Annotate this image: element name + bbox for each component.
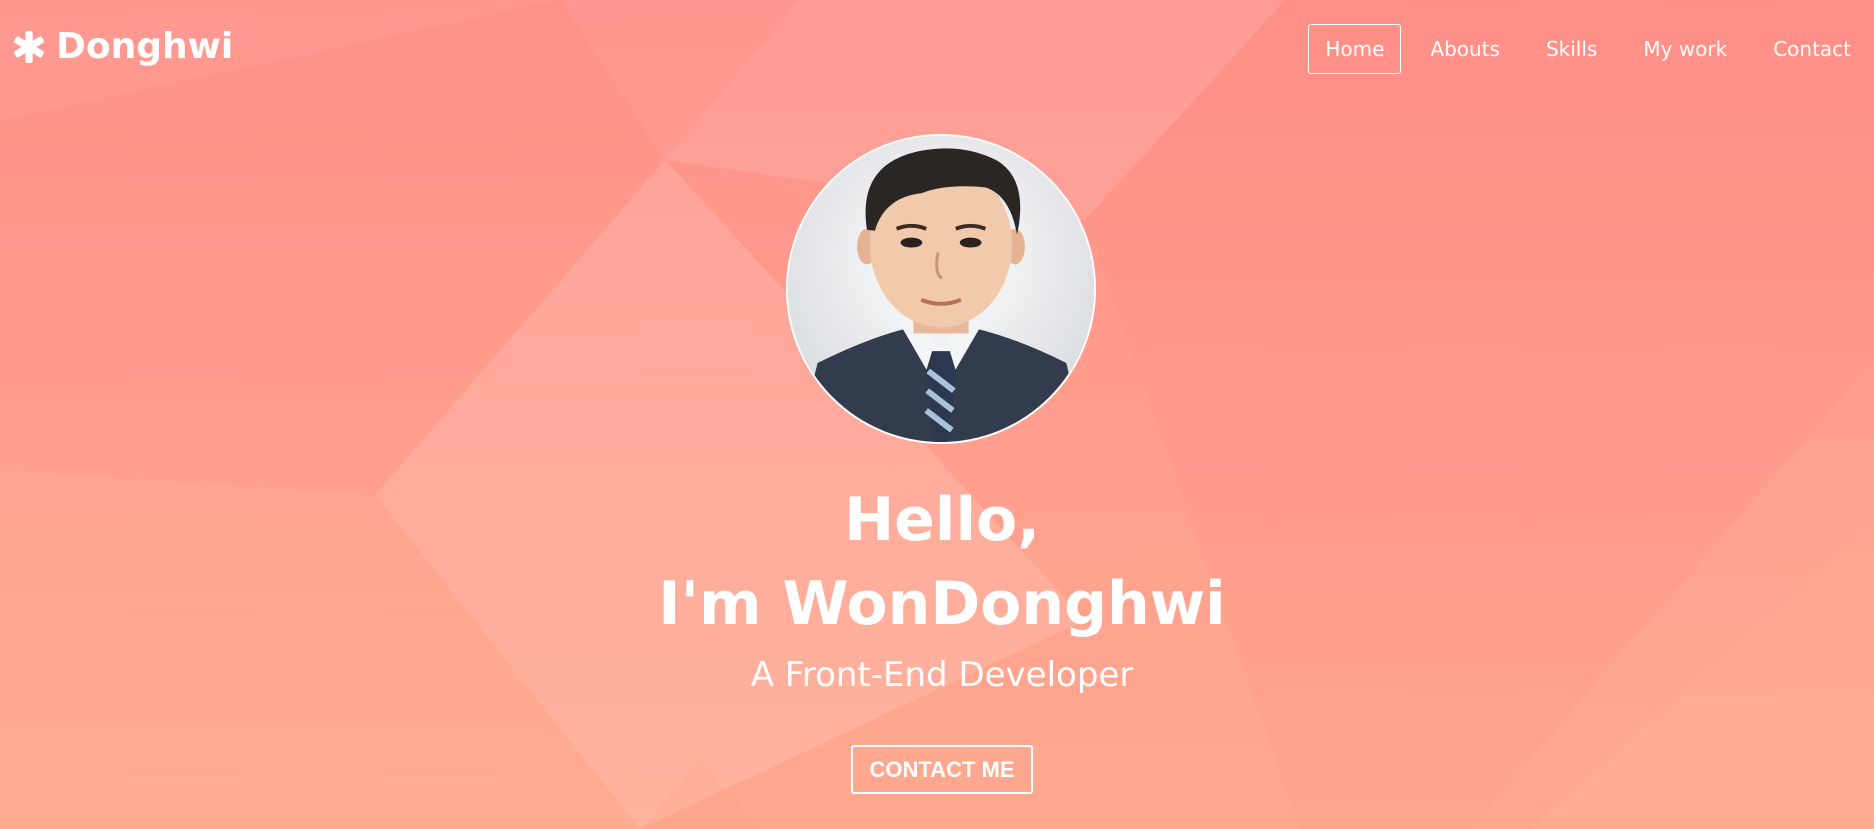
nav-item-my-work[interactable]: My work bbox=[1626, 24, 1744, 74]
brand-name: Donghwi bbox=[56, 26, 234, 67]
brand-logo[interactable]: Donghwi bbox=[12, 26, 233, 67]
hero-subtitle: A Front-End Developer bbox=[750, 655, 1134, 695]
asterisk-icon bbox=[12, 30, 46, 64]
hero-title: Hello, I'm WonDonghwi bbox=[0, 478, 1874, 646]
nav-item-skills[interactable]: Skills bbox=[1529, 24, 1614, 74]
page: Donghwi Home Abouts Skills My work Conta… bbox=[0, 0, 1874, 829]
nav-item-abouts[interactable]: Abouts bbox=[1413, 24, 1517, 74]
profile-photo bbox=[786, 134, 1096, 444]
hero-name: I'm WonDonghwi bbox=[658, 569, 1226, 639]
nav-item-home[interactable]: Home bbox=[1308, 24, 1402, 74]
hero-greeting: Hello, bbox=[843, 485, 1041, 555]
nav-menu: Home Abouts Skills My work Contact bbox=[1302, 24, 1874, 74]
navbar: Donghwi Home Abouts Skills My work Conta… bbox=[0, 0, 1874, 100]
contact-me-button[interactable]: CONTACT ME bbox=[851, 745, 1033, 794]
nav-item-contact[interactable]: Contact bbox=[1756, 24, 1868, 74]
